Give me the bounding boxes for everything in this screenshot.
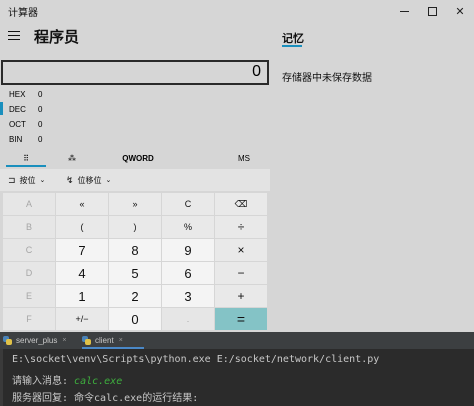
radix-value: 0 bbox=[38, 90, 43, 99]
memory-tab-indicator bbox=[282, 45, 302, 47]
minimize-icon bbox=[399, 10, 409, 12]
python-icon bbox=[82, 336, 91, 345]
maximize-button[interactable] bbox=[418, 0, 446, 22]
bit-toggle-icon: ⁂ bbox=[68, 153, 76, 163]
key-5[interactable]: 5 bbox=[109, 262, 161, 284]
tab-memory[interactable]: 记忆 bbox=[282, 30, 304, 46]
key-negate[interactable]: +/− bbox=[56, 308, 108, 330]
key-d[interactable]: D bbox=[3, 262, 55, 284]
page-title: 程序员 bbox=[34, 29, 80, 46]
bitshift-label: 位移位 bbox=[77, 175, 102, 185]
tab-label: server_plus bbox=[16, 336, 58, 345]
key-2[interactable]: 2 bbox=[109, 285, 161, 307]
ide-run-panel: server_plus × client × E:\socket\venv\Sc… bbox=[0, 332, 474, 406]
key-divide[interactable]: ÷ bbox=[215, 216, 267, 238]
result-display: 0 bbox=[1, 60, 269, 85]
radix-value: 0 bbox=[38, 120, 43, 129]
console-prompt-line: 请输入消息: calc.exe bbox=[12, 372, 122, 387]
bitwise-icon: ⊐ bbox=[8, 174, 16, 185]
key-rotate-right[interactable]: » bbox=[109, 193, 161, 215]
python-icon bbox=[3, 336, 12, 345]
key-1[interactable]: 1 bbox=[56, 285, 108, 307]
key-8[interactable]: 8 bbox=[109, 239, 161, 261]
key-c[interactable]: C bbox=[3, 239, 55, 261]
key-a[interactable]: A bbox=[3, 193, 55, 215]
key-add[interactable]: + bbox=[215, 285, 267, 307]
window-title: 计算器 bbox=[8, 8, 38, 19]
operator-row: ⊐ 按位 ⌄ ↯ 位移位 ⌄ bbox=[0, 169, 270, 191]
memory-empty-message: 存储器中未保存数据 bbox=[282, 73, 372, 84]
console-reply-line: 服务器回复: 命令calc.exe的运行结果: bbox=[12, 393, 199, 404]
key-b[interactable]: B bbox=[3, 216, 55, 238]
keypad: A « » C ⌫ B ( ) % ÷ C 7 8 9 × D 4 5 6 − … bbox=[3, 193, 270, 333]
key-subtract[interactable]: − bbox=[215, 262, 267, 284]
key-3[interactable]: 3 bbox=[162, 285, 214, 307]
maximize-icon bbox=[427, 6, 437, 16]
radix-label: HEX bbox=[9, 90, 26, 99]
console-prompt: 请输入消息: bbox=[12, 376, 75, 387]
minimize-button[interactable] bbox=[390, 0, 418, 22]
word-size-button[interactable]: QWORD bbox=[110, 149, 166, 167]
calculator-window: 计算器 ✕ 程序员 0 HEX 0 DEC 0 OCT 0 BIN 0 ⠿ ⁂ … bbox=[0, 0, 474, 332]
key-9[interactable]: 9 bbox=[162, 239, 214, 261]
tab-label: client bbox=[95, 336, 114, 345]
tab-bit-toggling-keypad[interactable]: ⁂ bbox=[52, 149, 92, 167]
run-tabs: server_plus × client × bbox=[0, 332, 474, 349]
display-value: 0 bbox=[252, 63, 261, 80]
close-icon: ✕ bbox=[455, 5, 465, 18]
radix-label: DEC bbox=[9, 105, 26, 114]
active-tab-indicator bbox=[82, 347, 144, 349]
radix-value: 0 bbox=[38, 135, 43, 144]
radix-label: OCT bbox=[9, 120, 26, 129]
radix-dec[interactable]: DEC 0 bbox=[0, 102, 60, 117]
key-rotate-left[interactable]: « bbox=[56, 193, 108, 215]
bitshift-icon: ↯ bbox=[66, 174, 74, 185]
key-e[interactable]: E bbox=[3, 285, 55, 307]
bitwise-label: 按位 bbox=[19, 175, 36, 185]
radix-label: BIN bbox=[9, 135, 23, 144]
key-0[interactable]: 0 bbox=[109, 308, 161, 330]
radix-hex[interactable]: HEX 0 bbox=[0, 87, 60, 102]
chevron-down-icon: ⌄ bbox=[105, 177, 112, 184]
console-gutter bbox=[0, 349, 3, 406]
key-decimal[interactable]: . bbox=[162, 308, 214, 330]
memory-store-button[interactable]: MS bbox=[216, 149, 272, 167]
key-7[interactable]: 7 bbox=[56, 239, 108, 261]
active-tab-indicator bbox=[6, 165, 46, 167]
radix-bin[interactable]: BIN 0 bbox=[0, 132, 60, 147]
console-command-line: E:\socket\venv\Scripts\python.exe E:/soc… bbox=[12, 354, 380, 365]
bitshift-dropdown[interactable]: ↯ 位移位 ⌄ bbox=[66, 169, 111, 191]
menu-icon[interactable] bbox=[8, 31, 20, 40]
key-equals[interactable]: = bbox=[215, 308, 267, 330]
title-bar: 计算器 ✕ bbox=[0, 0, 474, 22]
key-multiply[interactable]: × bbox=[215, 239, 267, 261]
key-modulo[interactable]: % bbox=[162, 216, 214, 238]
close-icon[interactable]: × bbox=[119, 337, 123, 344]
key-clear[interactable]: C bbox=[162, 193, 214, 215]
radix-value: 0 bbox=[38, 105, 43, 114]
console-user-input: calc.exe bbox=[74, 376, 123, 387]
chevron-down-icon: ⌄ bbox=[39, 177, 46, 184]
key-open-paren[interactable]: ( bbox=[56, 216, 108, 238]
radix-oct[interactable]: OCT 0 bbox=[0, 117, 60, 132]
key-close-paren[interactable]: ) bbox=[109, 216, 161, 238]
close-button[interactable]: ✕ bbox=[446, 0, 474, 22]
backspace-icon[interactable]: ⌫ bbox=[215, 193, 267, 215]
close-icon[interactable]: × bbox=[62, 337, 66, 344]
tab-server-plus[interactable]: server_plus × bbox=[3, 332, 73, 349]
key-4[interactable]: 4 bbox=[56, 262, 108, 284]
key-f[interactable]: F bbox=[3, 308, 55, 330]
keypad-icon: ⠿ bbox=[23, 153, 29, 163]
bitwise-dropdown[interactable]: ⊐ 按位 ⌄ bbox=[8, 169, 45, 191]
key-6[interactable]: 6 bbox=[162, 262, 214, 284]
